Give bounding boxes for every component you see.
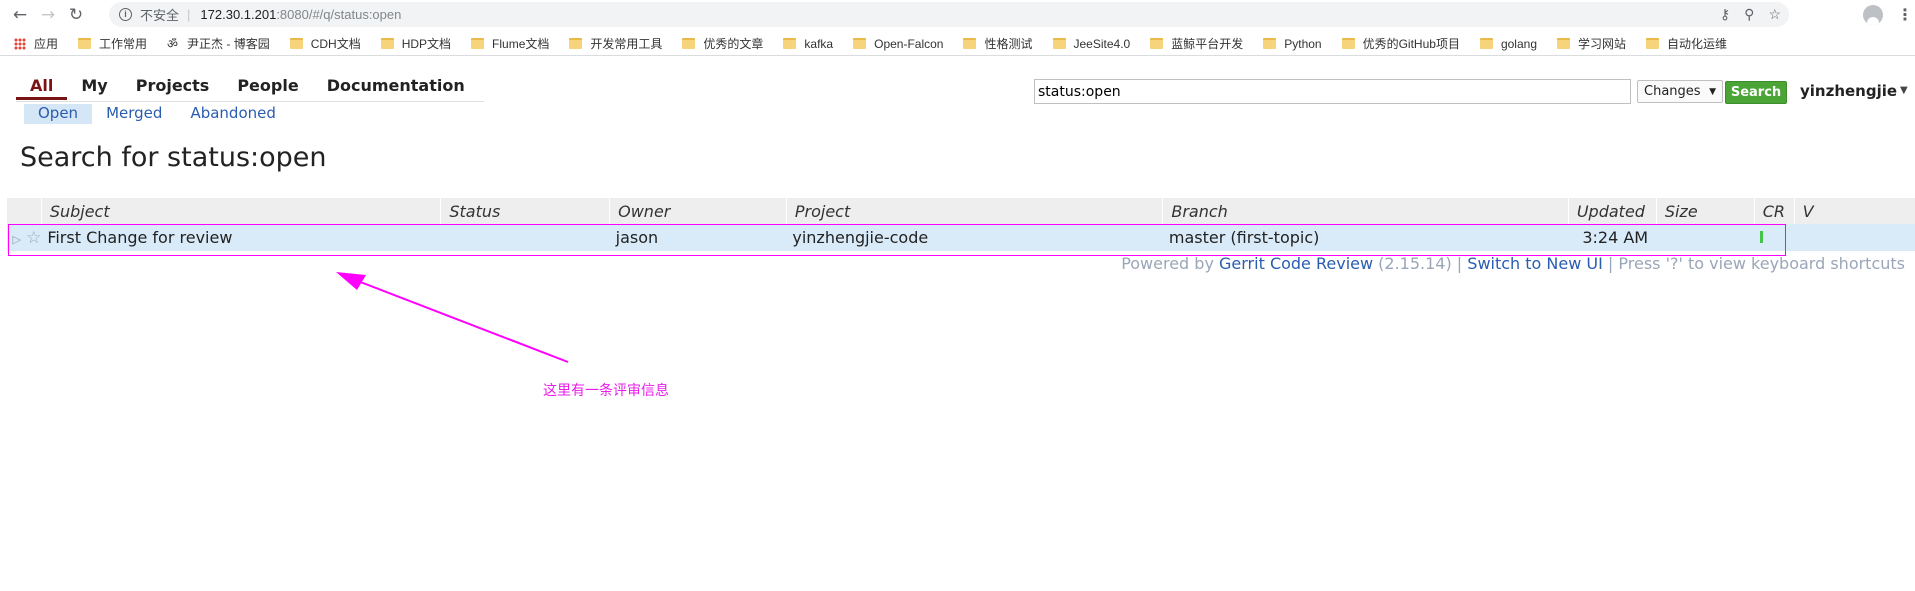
annotation-text: 这里有一条评审信息 — [543, 383, 669, 399]
annotation-arrow — [336, 272, 569, 363]
